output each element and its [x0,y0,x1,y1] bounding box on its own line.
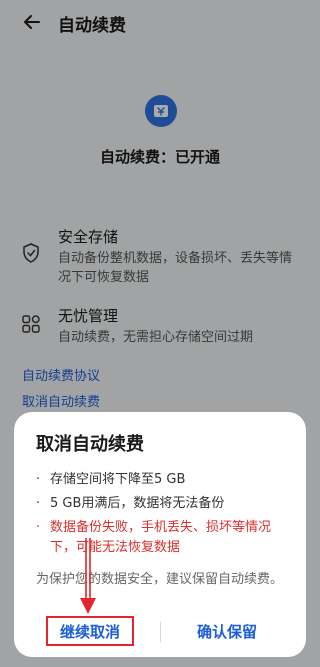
dialog-note: 为保护您的数据安全，建议保留自动续费。 [36,572,284,587]
annotation-arrow-icon [80,538,96,614]
bullet-item: · 存储空间将下降至5 GB [36,472,186,487]
dialog-actions: 继续取消 确认保留 [14,616,306,648]
keep-renew-button[interactable]: 确认保留 [180,616,274,646]
bullet-item: · 5 GB用满后，数据将无法备份 [36,496,225,511]
bullet-warning: · 数据备份失败，手机丢失、损坏等情况下，可能无法恢复数据 [36,520,272,555]
dialog-title: 取消自动续费 [36,434,144,455]
dialog-bullets: · 存储空间将下降至5 GB · 5 GB用满后，数据将无法备份 · 数据备份失败，手… [36,470,294,562]
button-divider [160,622,161,642]
cancel-renew-dialog: 取消自动续费 · 存储空间将下降至5 GB · 5 GB用满后，数据将无法备份 · 数… [14,412,306,657]
continue-cancel-button[interactable]: 继续取消 [46,616,134,646]
